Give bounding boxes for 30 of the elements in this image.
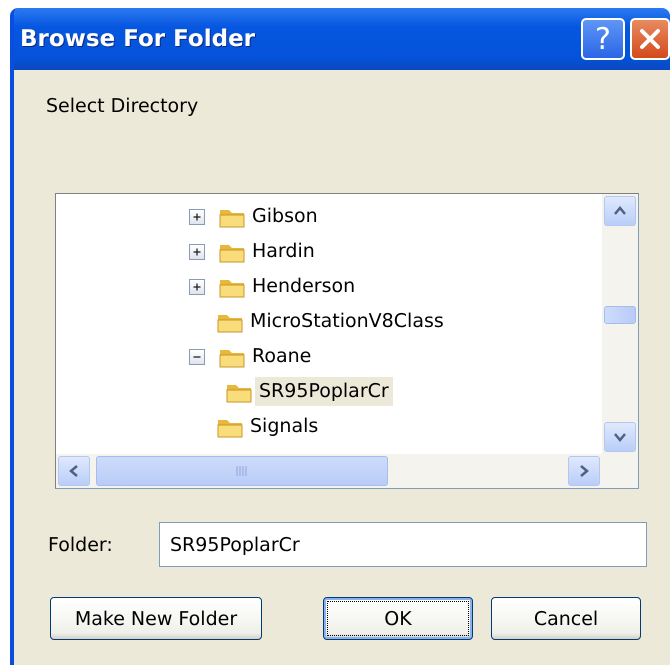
expand-icon[interactable] bbox=[189, 244, 205, 260]
field-label: Folder: bbox=[47, 534, 114, 556]
tree-item[interactable]: Henderson bbox=[248, 272, 360, 301]
scroll-up-button[interactable] bbox=[604, 196, 636, 226]
tree-item[interactable]: Gibson bbox=[248, 202, 322, 231]
collapse-icon[interactable] bbox=[189, 348, 205, 364]
scroll-right-button[interactable] bbox=[568, 456, 600, 486]
tree-item[interactable]: SR95PoplarCr bbox=[255, 377, 393, 406]
scroll-thumb[interactable] bbox=[96, 456, 388, 486]
close-button[interactable] bbox=[630, 18, 670, 60]
grip-icon bbox=[235, 465, 249, 477]
help-button[interactable]: ? bbox=[581, 18, 625, 60]
tree-item[interactable]: Hardin bbox=[248, 237, 319, 266]
tree-item[interactable]: Signals bbox=[246, 412, 322, 441]
vertical-scrollbar[interactable] bbox=[602, 194, 638, 454]
scroll-left-button[interactable] bbox=[58, 456, 90, 486]
expand-icon[interactable] bbox=[189, 208, 205, 224]
cancel-button[interactable]: Cancel bbox=[491, 597, 641, 640]
scroll-thumb[interactable] bbox=[604, 306, 636, 324]
window-title: Browse For Folder bbox=[20, 26, 256, 52]
make-new-folder-button[interactable]: Make New Folder bbox=[50, 597, 262, 640]
tree-item[interactable]: Roane bbox=[248, 342, 316, 371]
tree-item[interactable]: MicroStationV8Class bbox=[246, 307, 448, 336]
horizontal-scrollbar[interactable] bbox=[56, 454, 602, 488]
ok-button[interactable]: OK bbox=[323, 597, 473, 640]
prompt-text: Select Directory bbox=[46, 94, 200, 119]
close-icon bbox=[637, 26, 663, 52]
folder-field[interactable]: SR95PoplarCr bbox=[159, 522, 647, 567]
expand-icon[interactable] bbox=[189, 278, 205, 294]
scroll-down-button[interactable] bbox=[604, 422, 636, 452]
